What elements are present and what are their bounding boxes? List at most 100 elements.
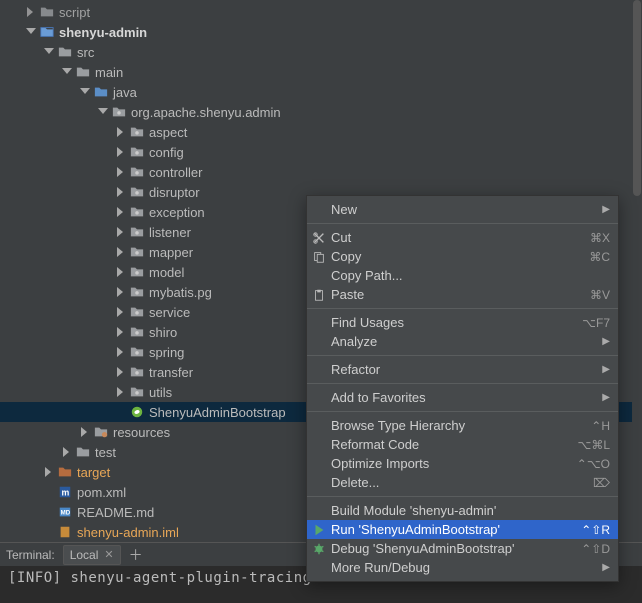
collapsed-arrow-icon[interactable] <box>114 146 126 158</box>
collapsed-arrow-icon[interactable] <box>114 186 126 198</box>
menu-item[interactable]: Delete...⌦ <box>307 473 618 492</box>
expanded-arrow-icon[interactable] <box>60 66 72 78</box>
tree-item[interactable]: shenyu-admin <box>0 22 642 42</box>
menu-item[interactable]: New▶ <box>307 200 618 219</box>
maven-icon <box>57 484 73 500</box>
collapsed-arrow-icon[interactable] <box>114 386 126 398</box>
menu-item[interactable]: Browse Type Hierarchy⌃H <box>307 416 618 435</box>
expanded-arrow-icon[interactable] <box>96 106 108 118</box>
tree-item-label: test <box>91 445 116 460</box>
collapsed-arrow-icon[interactable] <box>114 306 126 318</box>
debug-icon <box>307 542 331 556</box>
tree-item-label: disruptor <box>145 185 200 200</box>
menu-shortcut: ⌃⇧R <box>581 523 610 537</box>
package-icon <box>111 104 127 120</box>
tree-item-label: spring <box>145 345 184 360</box>
menu-item[interactable]: Copy⌘C <box>307 247 618 266</box>
menu-item[interactable]: More Run/Debug▶ <box>307 558 618 577</box>
menu-item-label: Build Module 'shenyu-admin' <box>331 503 610 518</box>
collapsed-arrow-icon[interactable] <box>78 426 90 438</box>
menu-item-label: Browse Type Hierarchy <box>331 418 591 433</box>
add-terminal-button[interactable]: ＋ <box>129 545 143 565</box>
context-menu: New▶ Cut⌘XCopy⌘CCopy Path...Paste⌘V Find U… <box>306 195 619 582</box>
menu-item[interactable]: Debug 'ShenyuAdminBootstrap'⌃⇧D <box>307 539 618 558</box>
menu-item[interactable]: Copy Path... <box>307 266 618 285</box>
tree-item[interactable]: config <box>0 142 642 162</box>
submenu-arrow-icon: ▶ <box>602 364 610 375</box>
tree-item-label: target <box>73 465 110 480</box>
menu-item[interactable]: Find Usages⌥F7 <box>307 313 618 332</box>
collapsed-arrow-icon[interactable] <box>114 206 126 218</box>
collapsed-arrow-icon[interactable] <box>114 246 126 258</box>
collapsed-arrow-icon[interactable] <box>114 166 126 178</box>
menu-item-label: Cut <box>331 230 590 245</box>
collapsed-arrow-icon[interactable] <box>114 126 126 138</box>
package-icon <box>129 324 145 340</box>
tree-scrollbar[interactable] <box>632 0 642 542</box>
markdown-icon <box>57 504 73 520</box>
package-icon <box>129 144 145 160</box>
menu-item[interactable]: Reformat Code⌥⌘L <box>307 435 618 454</box>
spring-class-icon <box>129 404 145 420</box>
menu-item-label: Add to Favorites <box>331 390 602 405</box>
menu-item-label: Run 'ShenyuAdminBootstrap' <box>331 522 581 537</box>
menu-separator <box>307 496 618 497</box>
collapsed-arrow-icon[interactable] <box>114 266 126 278</box>
menu-item-label: Reformat Code <box>331 437 577 452</box>
menu-item[interactable]: Run 'ShenyuAdminBootstrap'⌃⇧R <box>307 520 618 539</box>
close-icon[interactable]: ✕ <box>104 548 113 561</box>
collapsed-arrow-icon[interactable] <box>114 326 126 338</box>
expanded-arrow-icon[interactable] <box>42 46 54 58</box>
folder-icon <box>39 4 55 20</box>
tree-item[interactable]: main <box>0 62 642 82</box>
collapsed-arrow-icon[interactable] <box>114 366 126 378</box>
expanded-arrow-icon[interactable] <box>78 86 90 98</box>
collapsed-arrow-icon[interactable] <box>24 6 36 18</box>
submenu-arrow-icon: ▶ <box>602 204 610 215</box>
tree-item[interactable]: java <box>0 82 642 102</box>
menu-item-label: Copy <box>331 249 589 264</box>
tree-item-label: service <box>145 305 190 320</box>
menu-item[interactable]: Build Module 'shenyu-admin' <box>307 501 618 520</box>
run-icon <box>307 523 331 537</box>
folder-icon <box>75 64 91 80</box>
collapsed-arrow-icon[interactable] <box>42 466 54 478</box>
menu-item[interactable]: Paste⌘V <box>307 285 618 304</box>
menu-item[interactable]: Analyze▶ <box>307 332 618 351</box>
tree-item[interactable]: org.apache.shenyu.admin <box>0 102 642 122</box>
package-icon <box>129 204 145 220</box>
menu-item[interactable]: Cut⌘X <box>307 228 618 247</box>
scissors-icon <box>307 231 331 245</box>
menu-item-label: Delete... <box>331 475 593 490</box>
tree-item-label: mybatis.pg <box>145 285 212 300</box>
tree-item[interactable]: src <box>0 42 642 62</box>
terminal-tab-local[interactable]: Local ✕ <box>63 545 121 565</box>
scrollbar-thumb[interactable] <box>633 0 641 196</box>
menu-item[interactable]: Optimize Imports⌃⌥O <box>307 454 618 473</box>
submenu-arrow-icon: ▶ <box>602 336 610 347</box>
menu-item-label: Paste <box>331 287 590 302</box>
menu-item-label: Optimize Imports <box>331 456 577 471</box>
menu-item[interactable]: Add to Favorites▶ <box>307 388 618 407</box>
menu-item[interactable]: Refactor▶ <box>307 360 618 379</box>
none-arrow-icon <box>42 486 54 498</box>
tree-item[interactable]: script <box>0 2 642 22</box>
collapsed-arrow-icon[interactable] <box>114 286 126 298</box>
tree-item-label: pom.xml <box>73 485 126 500</box>
collapsed-arrow-icon[interactable] <box>114 226 126 238</box>
tree-item[interactable]: controller <box>0 162 642 182</box>
package-icon <box>129 164 145 180</box>
menu-item-label: Debug 'ShenyuAdminBootstrap' <box>331 541 581 556</box>
terminal-label: Terminal: <box>6 548 55 562</box>
collapsed-arrow-icon[interactable] <box>114 346 126 358</box>
tree-item[interactable]: aspect <box>0 122 642 142</box>
folder-icon <box>57 44 73 60</box>
expanded-arrow-icon[interactable] <box>24 26 36 38</box>
menu-shortcut: ⌦ <box>593 476 610 490</box>
tree-item-label: ShenyuAdminBootstrap <box>145 405 286 420</box>
menu-shortcut: ⌥F7 <box>582 316 610 330</box>
tree-item-label: script <box>55 5 90 20</box>
none-arrow-icon <box>42 506 54 518</box>
tree-item-label: org.apache.shenyu.admin <box>127 105 281 120</box>
collapsed-arrow-icon[interactable] <box>60 446 72 458</box>
